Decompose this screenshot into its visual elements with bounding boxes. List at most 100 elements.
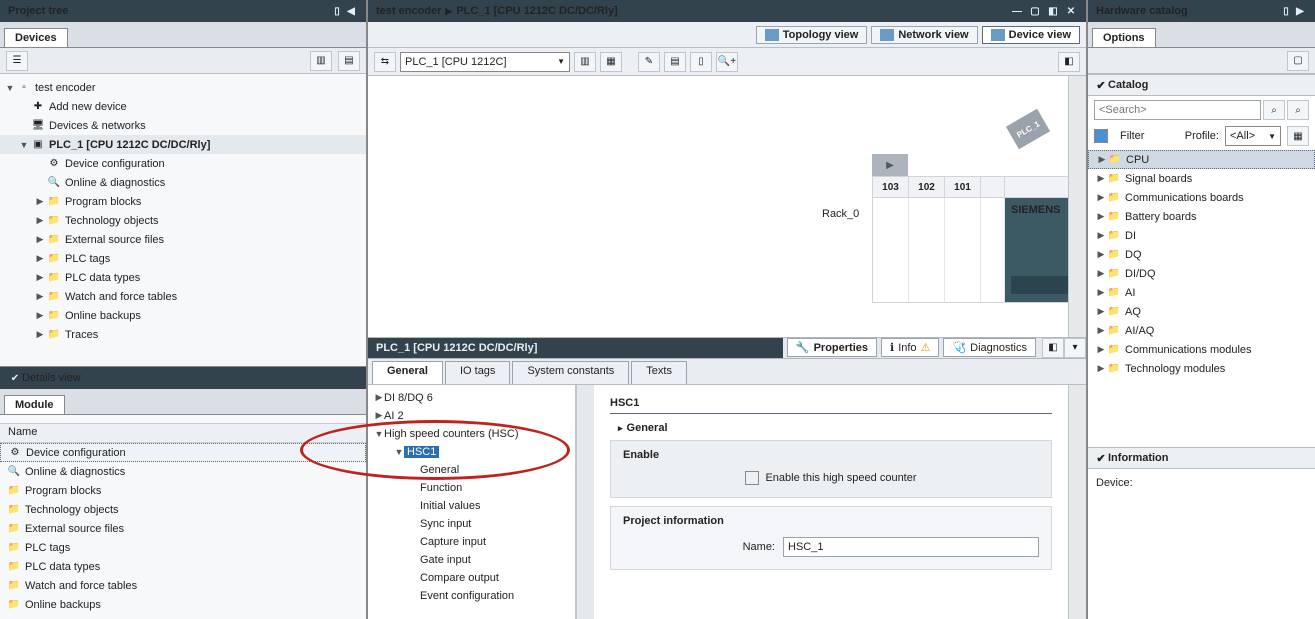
- toolbar-btn[interactable]: ◧: [1042, 338, 1064, 358]
- toolbar-btn[interactable]: ▤: [338, 51, 360, 71]
- slot-cell[interactable]: [945, 198, 981, 302]
- enable-hsc-checkbox[interactable]: [745, 471, 759, 485]
- nav-item[interactable]: Gate input: [420, 554, 471, 566]
- toolbar-btn[interactable]: ⇆: [374, 52, 396, 72]
- tree-item[interactable]: Program blocks: [65, 196, 141, 208]
- nav-item[interactable]: Function: [420, 482, 462, 494]
- information-header[interactable]: ✔Information: [1088, 447, 1315, 469]
- catalog-tree[interactable]: ▶📁CPU ▶📁Signal boards ▶📁Communications b…: [1088, 148, 1315, 447]
- zoom-in-button[interactable]: 🔍+: [716, 52, 738, 72]
- cat-item[interactable]: Communications boards: [1125, 192, 1244, 204]
- scrollbar[interactable]: [1068, 385, 1086, 619]
- scrollbar[interactable]: [1068, 76, 1086, 337]
- nav-item[interactable]: Event configuration: [420, 590, 514, 602]
- network-view-button[interactable]: Network view: [871, 26, 977, 44]
- nav-item[interactable]: General: [420, 464, 459, 476]
- slot-cell[interactable]: [873, 198, 909, 302]
- slot-label[interactable]: 102: [909, 177, 945, 197]
- details-row[interactable]: Online backups: [25, 599, 101, 611]
- info-button[interactable]: ℹInfo ⚠: [881, 338, 939, 357]
- tab-io-tags[interactable]: IO tags: [445, 361, 510, 384]
- cat-item[interactable]: DI/DQ: [1125, 268, 1156, 280]
- tree-item[interactable]: Devices & networks: [49, 120, 146, 132]
- cat-item[interactable]: DI: [1125, 230, 1136, 242]
- tree-item[interactable]: Add new device: [49, 101, 127, 113]
- cat-item[interactable]: CPU: [1126, 154, 1149, 166]
- tab-devices[interactable]: Devices: [4, 28, 68, 47]
- collapse-icon[interactable]: ▶: [1293, 4, 1307, 18]
- nav-item[interactable]: AI 2: [384, 410, 404, 422]
- topology-view-button[interactable]: Topology view: [756, 26, 868, 44]
- slot-cell[interactable]: [909, 198, 945, 302]
- details-row[interactable]: Program blocks: [25, 485, 101, 497]
- details-row[interactable]: Device configuration: [26, 447, 126, 459]
- tab-general[interactable]: General: [372, 361, 443, 384]
- minimize-icon[interactable]: —: [1010, 4, 1024, 18]
- toolbar-btn[interactable]: ▦: [1287, 126, 1309, 146]
- name-field[interactable]: [783, 537, 1039, 557]
- toolbar-btn[interactable]: ▥: [310, 51, 332, 71]
- tree-item[interactable]: Online backups: [65, 310, 141, 322]
- maximize-icon[interactable]: ◧: [1046, 4, 1060, 18]
- cat-item[interactable]: Communications modules: [1125, 344, 1252, 356]
- details-row[interactable]: Online & diagnostics: [25, 466, 125, 478]
- slot-label[interactable]: 101: [945, 177, 981, 197]
- rack-arrow[interactable]: ▶: [872, 154, 908, 176]
- nav-item-hsc1[interactable]: HSC1: [404, 446, 439, 458]
- search-input[interactable]: [1094, 100, 1261, 120]
- tree-item[interactable]: Device configuration: [65, 158, 165, 170]
- tab-module[interactable]: Module: [4, 395, 65, 414]
- device-canvas[interactable]: PLC_1 ▶ Rack_0 103 102 101 1 2 3: [368, 76, 1086, 337]
- tree-item[interactable]: Traces: [65, 329, 98, 341]
- tab-texts[interactable]: Texts: [631, 361, 687, 384]
- diagnostics-button[interactable]: 🩺Diagnostics: [943, 338, 1036, 357]
- search-button[interactable]: ⌕: [1263, 100, 1285, 120]
- tree-item[interactable]: External source files: [65, 234, 164, 246]
- tree-item[interactable]: Technology objects: [65, 215, 159, 227]
- device-view-button[interactable]: Device view: [982, 26, 1080, 44]
- scrollbar[interactable]: [576, 385, 594, 619]
- tab-options[interactable]: Options: [1092, 28, 1156, 47]
- filter-checkbox[interactable]: [1094, 129, 1108, 143]
- pin-icon[interactable]: ▯: [330, 4, 344, 18]
- search-button[interactable]: ⌕: [1287, 100, 1309, 120]
- toolbar-btn[interactable]: ▥: [574, 52, 596, 72]
- cat-item[interactable]: Technology modules: [1125, 363, 1225, 375]
- toolbar-btn[interactable]: ▦: [600, 52, 622, 72]
- details-col-name[interactable]: Name: [0, 423, 366, 443]
- cat-item[interactable]: AI: [1125, 287, 1135, 299]
- toolbar-btn[interactable]: ▢: [1287, 51, 1309, 71]
- tree-item[interactable]: PLC tags: [65, 253, 110, 265]
- properties-button[interactable]: 🔧Properties: [787, 338, 877, 357]
- nav-item[interactable]: Sync input: [420, 518, 471, 530]
- cat-item[interactable]: Signal boards: [1125, 173, 1192, 185]
- chevron-right-icon[interactable]: ▸: [618, 423, 623, 433]
- close-icon[interactable]: ✕: [1064, 4, 1078, 18]
- device-select[interactable]: PLC_1 [CPU 1212C]▼: [400, 52, 570, 72]
- collapse-icon[interactable]: ◀: [344, 4, 358, 18]
- cat-item[interactable]: AI/AQ: [1125, 325, 1154, 337]
- nav-item[interactable]: DI 8/DQ 6: [384, 392, 433, 404]
- chevron-down-icon[interactable]: ▾: [1064, 338, 1086, 358]
- restore-icon[interactable]: ▢: [1028, 4, 1042, 18]
- nav-item[interactable]: Compare output: [420, 572, 499, 584]
- details-row[interactable]: Watch and force tables: [25, 580, 137, 592]
- nav-item-hsc[interactable]: High speed counters (HSC): [384, 428, 519, 440]
- pin-icon[interactable]: ▯: [1279, 4, 1293, 18]
- tree-root[interactable]: test encoder: [35, 82, 96, 94]
- toolbar-btn[interactable]: ☰: [6, 51, 28, 71]
- tree-item[interactable]: Watch and force tables: [65, 291, 177, 303]
- details-row[interactable]: PLC tags: [25, 542, 70, 554]
- tab-system-constants[interactable]: System constants: [512, 361, 629, 384]
- slot-label[interactable]: 103: [873, 177, 909, 197]
- project-tree[interactable]: ▼▫test encoder ✚Add new device 🖥Devices …: [0, 74, 366, 367]
- breadcrumb-part[interactable]: PLC_1 [CPU 1212C DC/DC/Rly]: [456, 5, 617, 17]
- tree-item[interactable]: Online & diagnostics: [65, 177, 165, 189]
- toolbar-btn[interactable]: ✎: [638, 52, 660, 72]
- toolbar-btn[interactable]: ▤: [664, 52, 686, 72]
- details-row[interactable]: PLC data types: [25, 561, 100, 573]
- toolbar-btn[interactable]: ▯: [690, 52, 712, 72]
- catalog-header[interactable]: ✔Catalog: [1088, 74, 1315, 96]
- inspector-nav[interactable]: ▶DI 8/DQ 6 ▶AI 2 ▼High speed counters (H…: [368, 385, 576, 619]
- nav-item[interactable]: Capture input: [420, 536, 486, 548]
